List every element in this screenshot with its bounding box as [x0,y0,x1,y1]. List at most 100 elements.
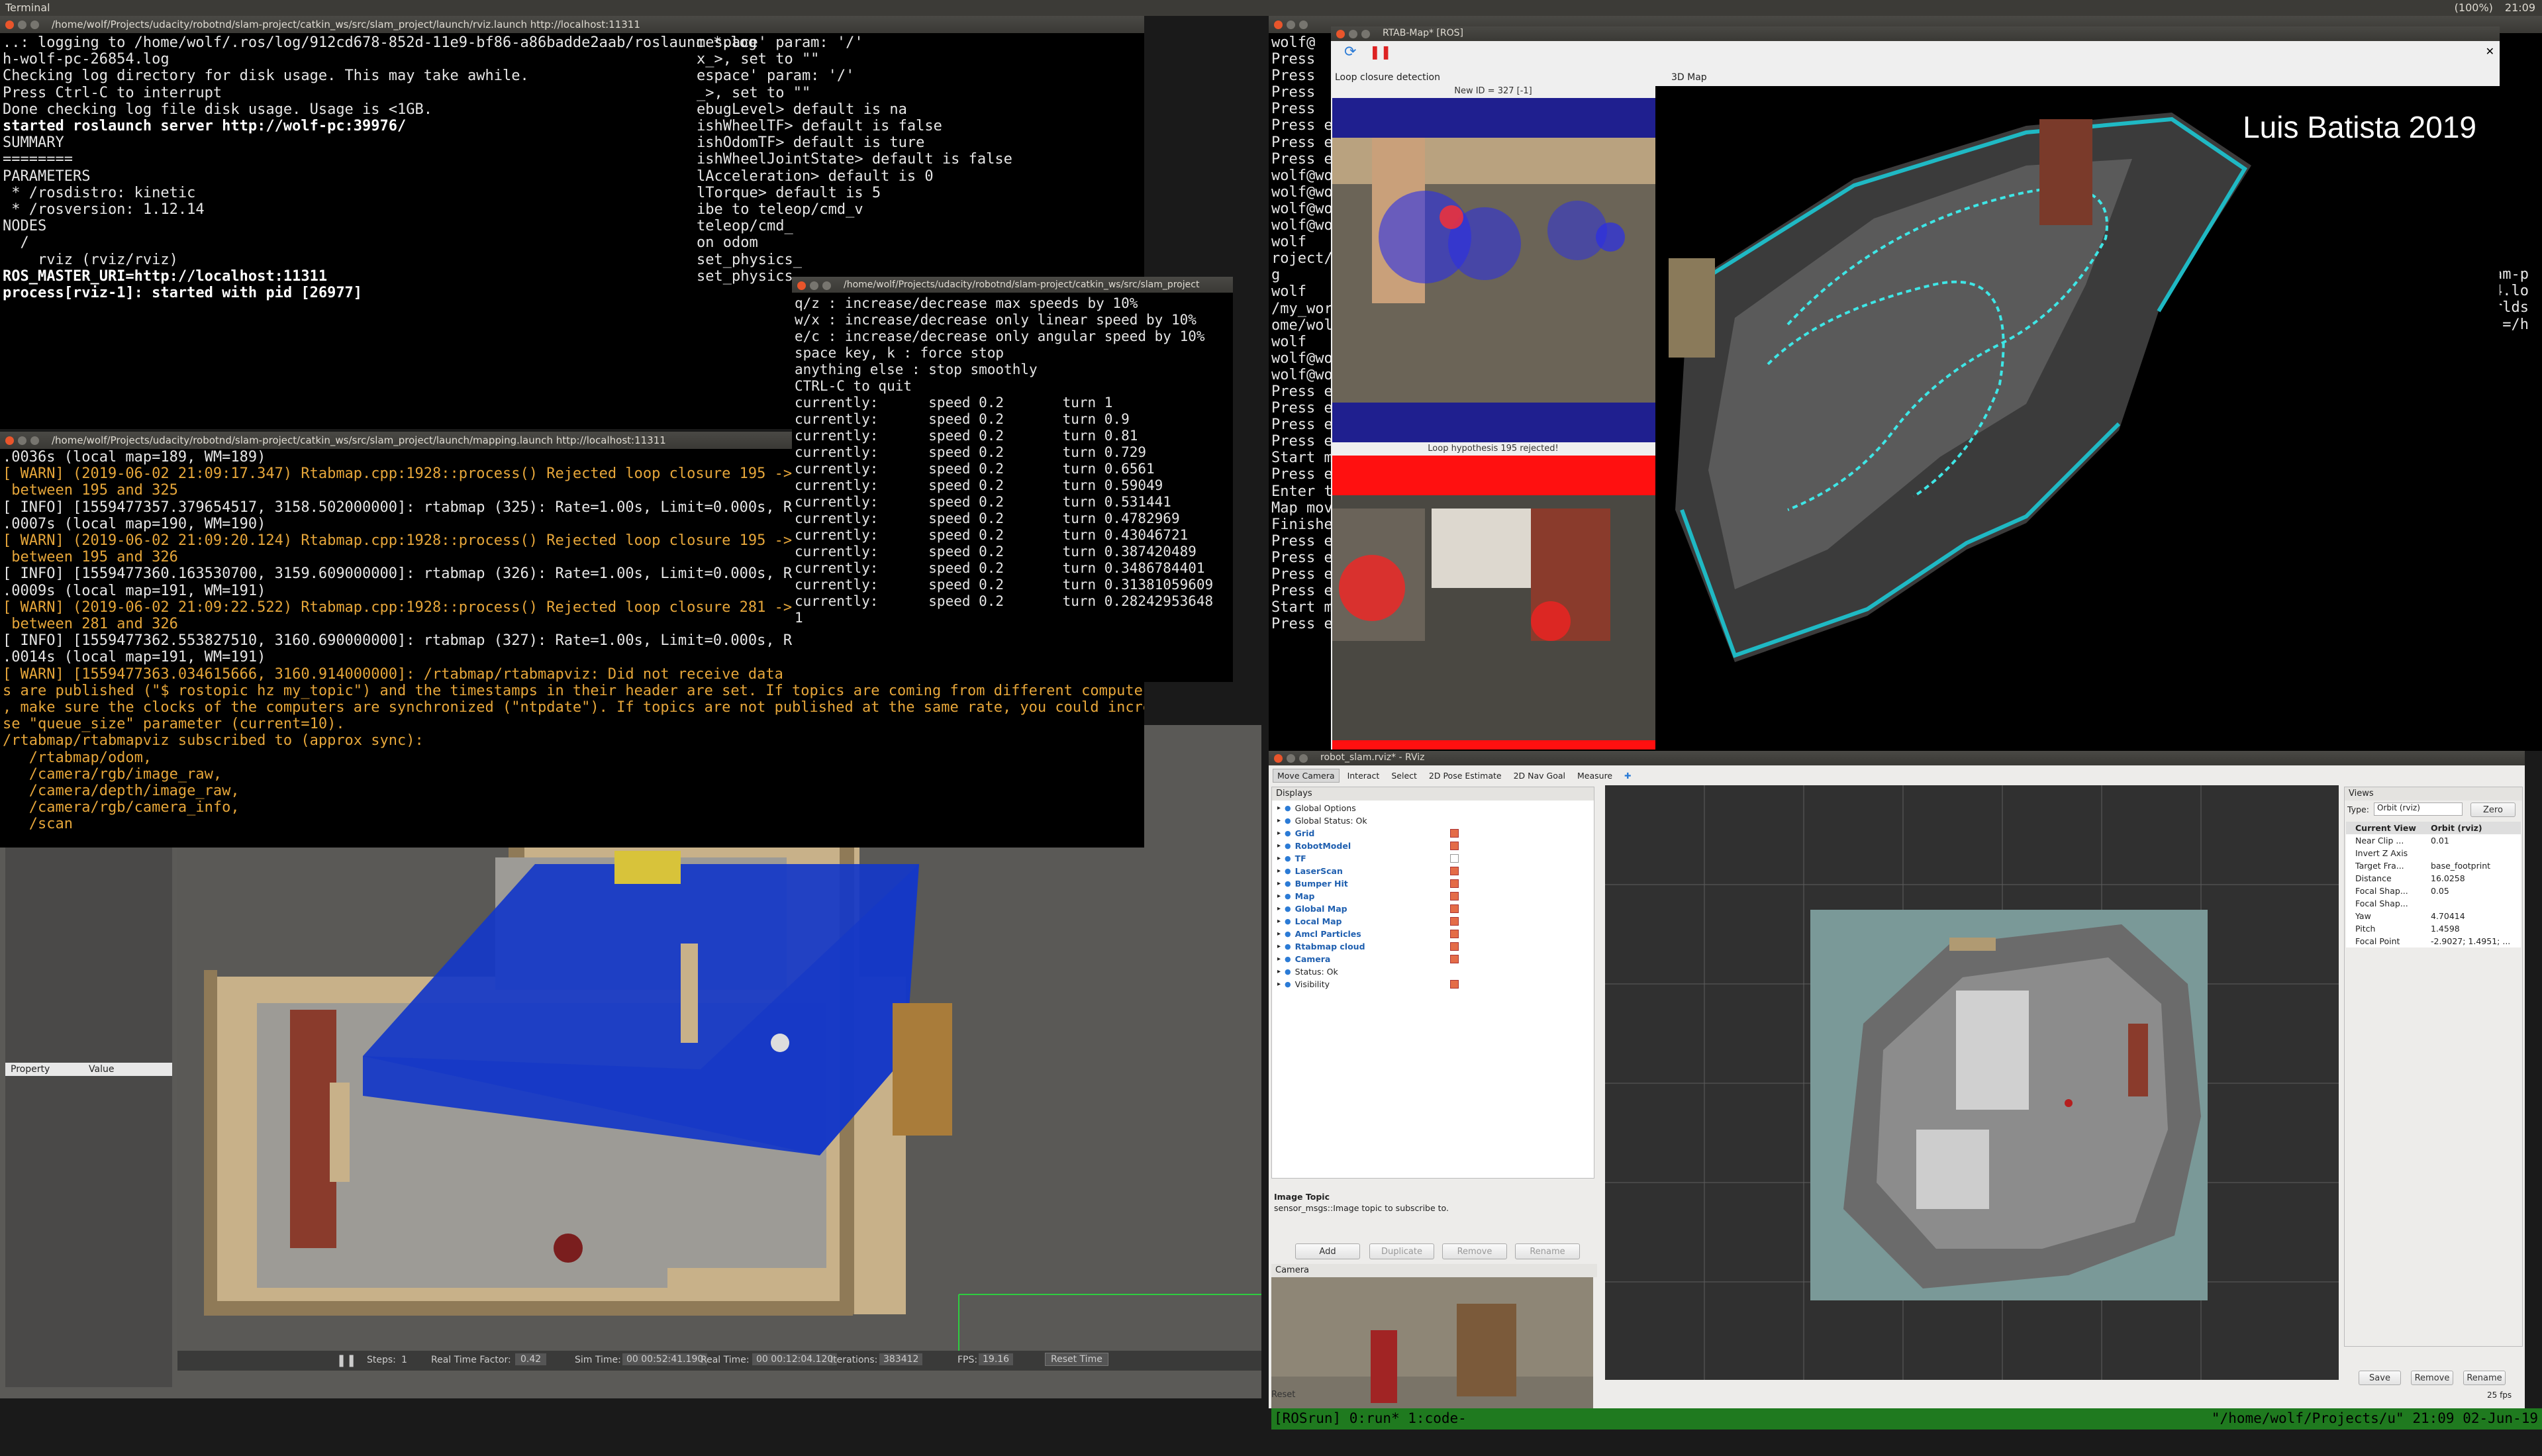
display-enabled-checkbox[interactable] [1449,892,1459,900]
view-property-row[interactable]: Target Fra... base_footprint [2346,859,2521,872]
tool-2d-nav-goal[interactable]: 2D Nav Goal [1510,769,1569,782]
view-property-row[interactable]: Invert Z Axis [2346,847,2521,859]
rtabmap-window[interactable]: RTAB-Map* [ROS] ⟳ ❚❚ ✕ Loop closure dete… [1331,26,2500,750]
rviz-window[interactable]: robot_slam.rviz* - RViz Move Camera Inte… [1269,751,2525,1408]
display-item[interactable]: ▸ ● Global Options [1277,802,1590,814]
refresh-icon[interactable]: ⟳ [1344,44,1356,60]
rviz-3d-view[interactable] [1605,785,2339,1380]
display-item[interactable]: ▸ ● Global Map [1277,902,1590,915]
battery-indicator[interactable]: (100%) [2455,1,2493,14]
view-property-row[interactable]: Focal Shap... [2346,897,2521,910]
tool-interact[interactable]: Interact [1344,769,1384,782]
expand-arrow-icon[interactable]: ▸ [1277,842,1281,849]
close-icon[interactable] [5,21,14,29]
tool-measure[interactable]: Measure [1573,769,1616,782]
pause-icon[interactable]: ❚❚ [336,1353,356,1367]
reset-time-button[interactable]: Reset Time [1045,1353,1108,1366]
view-property-value[interactable]: -2.9027; 1.4951; ... [2431,936,2510,946]
display-enabled-checkbox[interactable] [1449,980,1459,989]
display-enabled-checkbox[interactable] [1449,829,1459,838]
add-tool-icon[interactable]: ✚ [1620,769,1635,782]
rename-button[interactable]: Rename [1515,1243,1580,1259]
display-item[interactable]: ▸ ● Map [1277,890,1590,902]
rtabmap-3d-map[interactable]: Luis Batista 2019 [1655,86,2500,750]
maximize-icon[interactable] [1361,30,1370,38]
expand-arrow-icon[interactable]: ▸ [1277,930,1281,938]
tmux-windows[interactable]: [ROSrun] 0:run* 1:code- [1274,1410,1467,1426]
minimize-icon[interactable] [18,436,26,445]
expand-arrow-icon[interactable]: ▸ [1277,955,1281,963]
zero-button[interactable]: Zero [2470,802,2516,817]
pause-icon[interactable]: ❚❚ [1369,44,1392,60]
expand-arrow-icon[interactable]: ▸ [1277,968,1281,975]
display-item[interactable]: ▸ ● Bumper Hit [1277,877,1590,890]
display-item[interactable]: ▸ ● Amcl Particles [1277,928,1590,940]
view-property-value[interactable]: 0.05 [2431,886,2449,896]
view-property-row[interactable]: Near Clip ... 0.01 [2346,834,2521,847]
minimize-icon[interactable] [1349,30,1357,38]
close-icon[interactable] [1274,754,1283,763]
view-property-value[interactable]: 4.70414 [2431,911,2465,921]
display-item[interactable]: ▸ ● Rtabmap cloud [1277,940,1590,953]
display-item[interactable]: ▸ ● Grid [1277,827,1590,840]
tool-2d-pose-estimate[interactable]: 2D Pose Estimate [1425,769,1506,782]
terminal-teleop[interactable]: /home/wolf/Projects/udacity/robotnd/slam… [792,277,1233,682]
expand-arrow-icon[interactable]: ▸ [1277,855,1281,862]
close-icon[interactable] [1336,30,1345,38]
display-item[interactable]: ▸ ● LaserScan [1277,865,1590,877]
expand-arrow-icon[interactable]: ▸ [1277,893,1281,900]
display-enabled-checkbox[interactable] [1449,854,1459,863]
reset-button[interactable]: Reset [1271,1388,1302,1401]
save-view-button[interactable]: Save [2359,1371,2401,1385]
view-property-value[interactable]: 0.01 [2431,836,2449,846]
view-property-value[interactable]: base_footprint [2431,861,2490,871]
view-property-row[interactable]: Focal Shap... 0.05 [2346,885,2521,897]
clock[interactable]: 21:09 [2505,1,2535,14]
view-property-row[interactable]: Yaw 4.70414 [2346,910,2521,922]
expand-arrow-icon[interactable]: ▸ [1277,943,1281,950]
minimize-icon[interactable] [1287,21,1295,29]
minimize-icon[interactable] [1287,754,1295,763]
tool-select[interactable]: Select [1387,769,1421,782]
display-enabled-checkbox[interactable] [1449,955,1459,963]
display-enabled-checkbox[interactable] [1449,879,1459,888]
display-item[interactable]: ▸ ● Visibility [1277,978,1590,991]
maximize-icon[interactable] [822,281,831,290]
maximize-icon[interactable] [1299,21,1308,29]
view-property-value[interactable]: 1.4598 [2431,924,2460,934]
expand-arrow-icon[interactable]: ▸ [1277,981,1281,988]
maximize-icon[interactable] [1299,754,1308,763]
close-icon[interactable] [797,281,806,290]
remove-button[interactable]: Remove [1442,1243,1507,1259]
close-icon[interactable] [1274,21,1283,29]
display-item[interactable]: ▸ ● Global Status: Ok [1277,814,1590,827]
expand-arrow-icon[interactable]: ▸ [1277,918,1281,925]
view-property-row[interactable]: Distance 16.0258 [2346,872,2521,885]
expand-arrow-icon[interactable]: ▸ [1277,880,1281,887]
display-enabled-checkbox[interactable] [1449,917,1459,926]
display-enabled-checkbox[interactable] [1449,942,1459,951]
display-item[interactable]: ▸ ● TF [1277,852,1590,865]
close-icon[interactable]: ✕ [2486,45,2494,58]
display-enabled-checkbox[interactable] [1449,842,1459,850]
maximize-icon[interactable] [30,436,39,445]
view-property-row[interactable]: Pitch 1.4598 [2346,922,2521,935]
tool-move-camera[interactable]: Move Camera [1273,768,1340,783]
close-icon[interactable] [5,436,14,445]
view-property-row[interactable]: Current View Orbit (rviz) [2346,822,2521,834]
display-item[interactable]: ▸ ● Status: Ok [1277,965,1590,978]
add-button[interactable]: Add [1295,1243,1360,1259]
minimize-icon[interactable] [18,21,26,29]
display-item[interactable]: ▸ ● Local Map [1277,915,1590,928]
expand-arrow-icon[interactable]: ▸ [1277,905,1281,912]
display-item[interactable]: ▸ ● RobotModel [1277,840,1590,852]
minimize-icon[interactable] [810,281,818,290]
expand-arrow-icon[interactable]: ▸ [1277,830,1281,837]
view-property-value[interactable]: Orbit (rviz) [2431,823,2482,833]
expand-arrow-icon[interactable]: ▸ [1277,804,1281,812]
expand-arrow-icon[interactable]: ▸ [1277,867,1281,875]
display-enabled-checkbox[interactable] [1449,930,1459,938]
view-property-value[interactable]: 16.0258 [2431,873,2465,883]
expand-arrow-icon[interactable]: ▸ [1277,817,1281,824]
steps-value[interactable]: 1 [401,1355,407,1365]
